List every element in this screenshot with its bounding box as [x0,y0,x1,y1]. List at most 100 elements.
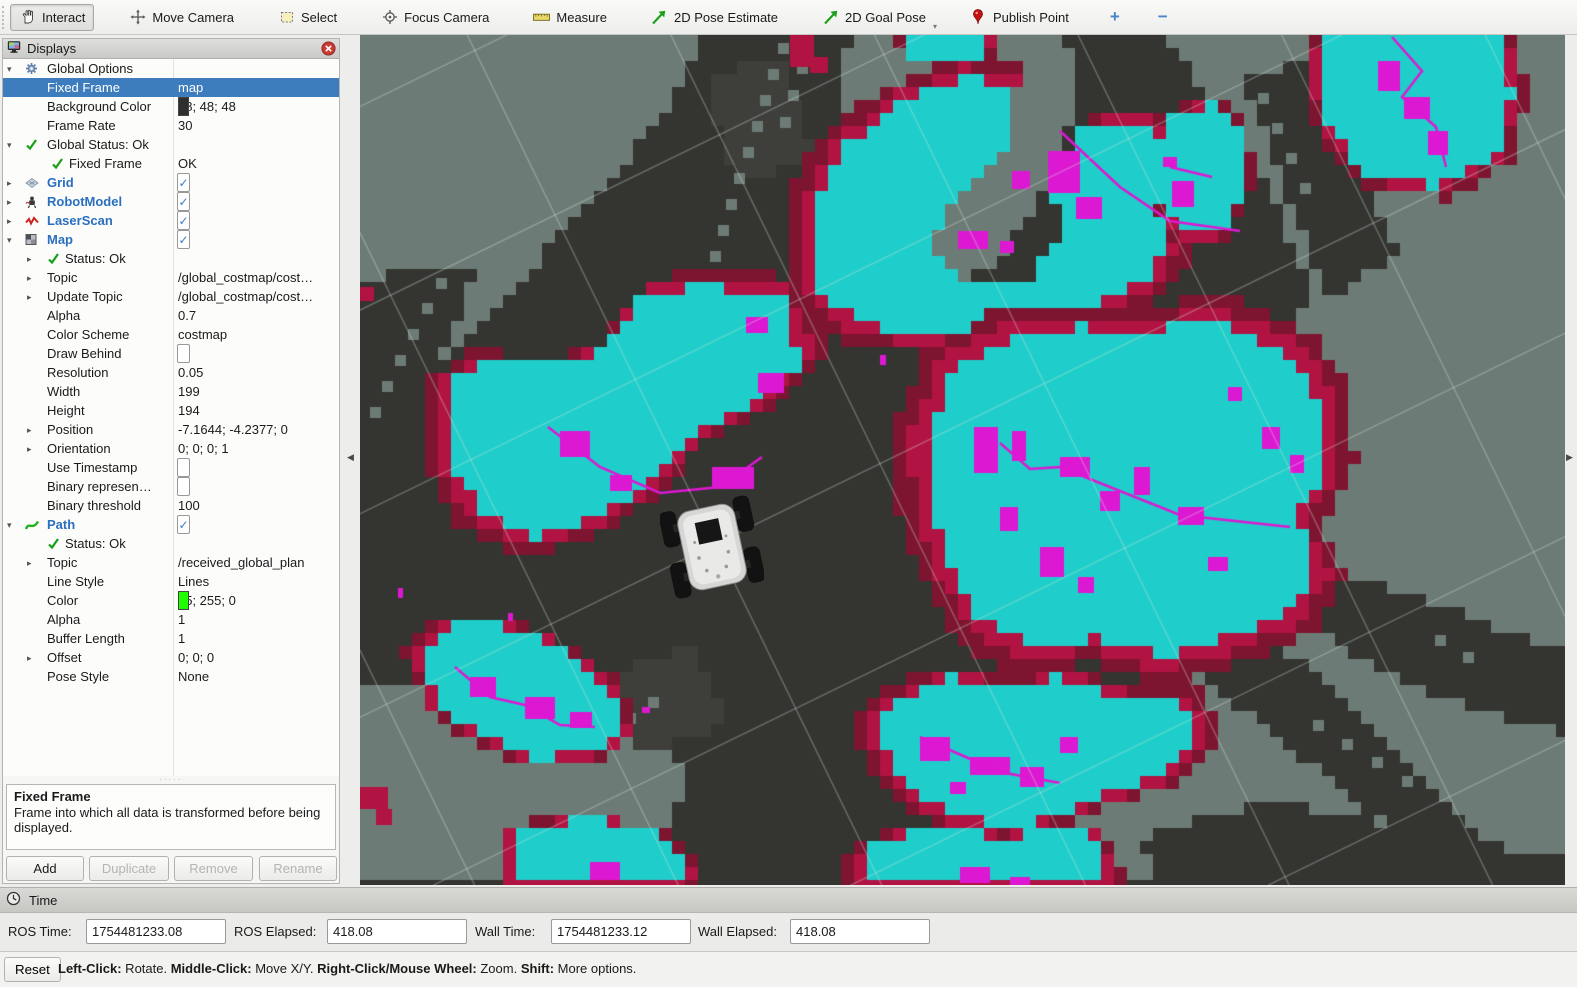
tree-row-alpha[interactable]: Alpha0.7 [3,306,339,325]
expand-arrow-icon[interactable]: ▸ [7,193,12,212]
wall-time-field[interactable] [551,919,691,944]
property-value[interactable]: /global_costmap/cost… [178,287,313,306]
tree-row-fixed-frame[interactable]: Fixed FrameOK [3,154,339,173]
checkbox[interactable]: ✓ [177,230,190,249]
tree-row-pose-style[interactable]: Pose StyleNone [3,667,339,686]
property-value[interactable]: 0.05 [178,363,203,382]
wall-elapsed-field[interactable] [790,919,930,944]
toolbar-overflow-icon[interactable]: ▾ [933,22,937,31]
checkbox[interactable]: ✓ [177,515,190,534]
tree-row-fixed-frame[interactable]: Fixed Framemap [3,78,339,97]
tree-row-status-ok[interactable]: Status: Ok [3,534,339,553]
checkbox[interactable]: ✓ [177,173,190,192]
ros-time-field[interactable] [86,919,226,944]
expand-arrow-icon[interactable]: ▸ [27,554,32,573]
tree-row-height[interactable]: Height194 [3,401,339,420]
ros-elapsed-field[interactable] [327,919,467,944]
remove-button[interactable]: Remove [174,856,253,881]
property-value[interactable]: 30 [178,116,192,135]
expand-arrow-icon[interactable]: ▸ [27,421,32,440]
duplicate-button[interactable]: Duplicate [89,856,169,881]
displays-panel-titlebar[interactable]: Displays [3,39,339,59]
property-value[interactable]: /global_costmap/cost… [178,268,313,287]
checkbox[interactable]: ✓ [177,192,190,211]
property-value[interactable]: 1 [178,629,185,648]
tree-row-position[interactable]: ▸Position-7.1644; -4.2377; 0 [3,420,339,439]
tree-row-frame-rate[interactable]: Frame Rate30 [3,116,339,135]
tool-2d-goal-pose[interactable]: 2D Goal Pose [813,4,935,31]
tree-row-map[interactable]: ▾Map✓ [3,230,339,249]
expand-arrow-icon[interactable]: ▸ [27,250,32,269]
tree-row-global-options[interactable]: ▾Global Options [3,59,339,78]
tree-row-background-color[interactable]: Background Color48; 48; 48 [3,97,339,116]
toolbar-drag-handle[interactable] [2,6,4,29]
tree-row-laserscan[interactable]: ▸LaserScan✓ [3,211,339,230]
property-value[interactable]: None [178,667,209,686]
tool-2d-pose-estimate[interactable]: 2D Pose Estimate [642,4,787,31]
property-value[interactable]: 48; 48; 48 [178,97,236,116]
checkbox[interactable] [177,344,190,363]
collapse-right-panel-icon[interactable]: ▶ [1566,452,1573,463]
tree-row-binary-represen-[interactable]: Binary represen… [3,477,339,496]
expand-arrow-icon[interactable]: ▸ [27,288,32,307]
add-button[interactable]: Add [6,856,84,881]
checkbox[interactable] [177,458,190,477]
costmap-render[interactable] [360,35,1565,885]
property-value[interactable]: 194 [178,401,200,420]
expand-arrow-icon[interactable]: ▸ [27,440,32,459]
tree-row-topic[interactable]: ▸Topic/global_costmap/cost… [3,268,339,287]
tree-row-line-style[interactable]: Line StyleLines [3,572,339,591]
expand-arrow-icon[interactable]: ▸ [7,212,12,231]
tree-row-status-ok[interactable]: ▸Status: Ok [3,249,339,268]
tool-measure[interactable]: Measure [524,4,616,31]
zoom-in-button[interactable]: + [1104,7,1126,27]
panel-splitter-handle[interactable]: ····· [3,776,339,784]
property-value[interactable]: 0; 0; 0; 1 [178,439,229,458]
collapse-left-panel-icon[interactable]: ◀ [347,452,354,463]
tree-row-global-status-ok[interactable]: ▾Global Status: Ok [3,135,339,154]
property-value[interactable]: 1 [178,610,185,629]
property-value[interactable]: 0; 0; 0 [178,648,214,667]
tree-row-alpha[interactable]: Alpha1 [3,610,339,629]
tool-move-camera[interactable]: Move Camera [120,4,243,31]
property-value[interactable]: -7.1644; -4.2377; 0 [178,420,288,439]
property-value[interactable]: map [178,78,203,97]
tree-row-color[interactable]: Color25; 255; 0 [3,591,339,610]
tree-row-width[interactable]: Width199 [3,382,339,401]
zoom-out-button[interactable]: − [1152,7,1174,27]
tree-row-binary-threshold[interactable]: Binary threshold100 [3,496,339,515]
property-value[interactable]: /received_global_plan [178,553,304,572]
collapse-arrow-icon[interactable]: ▾ [7,60,12,79]
expand-arrow-icon[interactable]: ▸ [7,174,12,193]
collapse-arrow-icon[interactable]: ▾ [7,231,12,250]
tree-row-path[interactable]: ▾Path✓ [3,515,339,534]
property-value[interactable]: 100 [178,496,200,515]
tree-row-update-topic[interactable]: ▸Update Topic/global_costmap/cost… [3,287,339,306]
3d-viewport[interactable] [360,35,1565,885]
expand-arrow-icon[interactable]: ▸ [27,269,32,288]
checkbox[interactable] [177,477,190,496]
tree-row-grid[interactable]: ▸Grid✓ [3,173,339,192]
tree-row-use-timestamp[interactable]: Use Timestamp [3,458,339,477]
tree-row-orientation[interactable]: ▸Orientation0; 0; 0; 1 [3,439,339,458]
reset-button[interactable]: Reset [4,957,61,982]
tool-publish-point[interactable]: Publish Point [961,4,1078,31]
tree-row-topic[interactable]: ▸Topic/received_global_plan [3,553,339,572]
property-value[interactable]: Lines [178,572,209,591]
tree-row-resolution[interactable]: Resolution0.05 [3,363,339,382]
property-value[interactable]: 199 [178,382,200,401]
close-icon[interactable] [321,41,336,56]
tree-row-buffer-length[interactable]: Buffer Length1 [3,629,339,648]
tree-row-color-scheme[interactable]: Color Schemecostmap [3,325,339,344]
tree-row-offset[interactable]: ▸Offset0; 0; 0 [3,648,339,667]
rename-button[interactable]: Rename [259,856,337,881]
checkbox[interactable]: ✓ [177,211,190,230]
property-value[interactable]: 25; 255; 0 [178,591,236,610]
tool-select[interactable]: Select [269,4,346,31]
property-value[interactable]: costmap [178,325,227,344]
property-value[interactable]: 0.7 [178,306,196,325]
time-panel-titlebar[interactable]: Time [0,887,1577,913]
collapse-arrow-icon[interactable]: ▾ [7,516,12,535]
collapse-arrow-icon[interactable]: ▾ [7,136,12,155]
tree-row-robotmodel[interactable]: ▸RobotModel✓ [3,192,339,211]
